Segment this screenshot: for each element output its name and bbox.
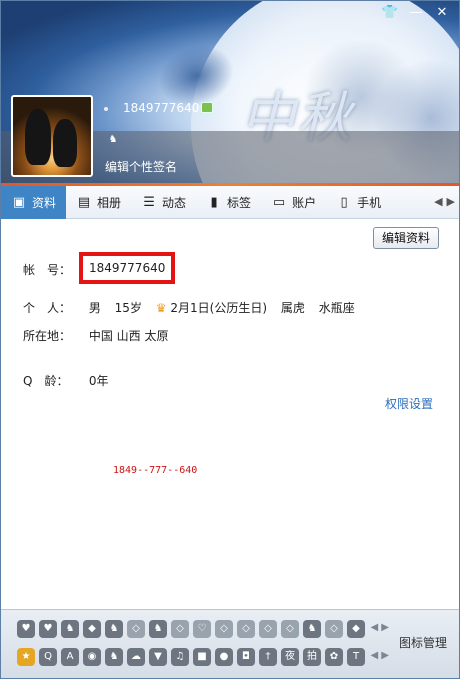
tab-label: 动态 (162, 196, 187, 210)
account-value: 1849777640 (89, 261, 166, 275)
tab-account[interactable]: ▭ 账户 (261, 186, 326, 219)
diamond-badge-icon[interactable]: ◇ (237, 620, 255, 638)
diamond-badge-icon[interactable]: ◇ (281, 620, 299, 638)
location-label: 所在地： (23, 329, 72, 343)
tab-phone[interactable]: ▯ 手机 (326, 186, 391, 219)
red-number-text: 1849--777--640 (113, 465, 198, 476)
close-icon[interactable]: ✕ (431, 3, 453, 23)
penguin-shape (25, 109, 51, 165)
phone-icon: ▯ (340, 194, 348, 210)
diamond-badge-icon[interactable]: ◇ (259, 620, 277, 638)
icon-row-1: ♥ ♥ ♞ ◆ ♞ ◇ ♞ ◇ ♡ ◇ ◇ ◇ ◇ ♞ ◇ ◆ (17, 620, 365, 638)
animal-badge-icon[interactable]: ✿ (325, 648, 343, 666)
tab-label: 标签 (227, 196, 252, 210)
icon-row-2-arrows[interactable]: ◀ ▶ (370, 650, 389, 661)
profile-card-icon: ▣ (12, 194, 26, 210)
sword-icon[interactable]: † (259, 648, 277, 666)
t-badge-icon[interactable]: T (347, 648, 365, 666)
account-row: 帐 号： (23, 261, 85, 278)
cup-icon[interactable]: ◘ (237, 648, 255, 666)
chevron-left-icon[interactable]: ◀ (434, 195, 442, 208)
photo-album-icon: ▤ (77, 194, 91, 210)
tab-label: 资料 (32, 196, 57, 210)
bookmark-tag-icon: ▮ (210, 194, 218, 210)
diamond-badge-icon[interactable]: ◇ (215, 620, 233, 638)
window-controls: 👕 — ✕ (379, 3, 453, 23)
wallet-icon: ▭ (272, 194, 286, 210)
tab-tags[interactable]: ▮ 标签 (196, 186, 261, 219)
penguin-badge-icon[interactable]: ♞ (105, 648, 123, 666)
tab-label: 手机 (357, 196, 382, 210)
qage-label: Q 龄： (23, 374, 69, 388)
icon-row-1-arrows[interactable]: ◀ ▶ (370, 622, 389, 633)
tab-profile[interactable]: ▣ 资料 (1, 186, 67, 219)
music-icon[interactable]: ♫ (171, 648, 189, 666)
minimize-icon[interactable]: — (405, 3, 427, 23)
heart-badge-icon[interactable]: ♡ (193, 620, 211, 638)
badge-icon-bar: ♥ ♥ ♞ ◆ ♞ ◇ ♞ ◇ ♡ ◇ ◇ ◇ ◇ ♞ ◇ ◆ ◀ ▶ ★ Q … (1, 609, 459, 678)
age-value: 15岁 (114, 301, 142, 315)
star-sign-value: 水瓶座 (318, 301, 355, 315)
penguin-shape (53, 119, 77, 167)
personal-label: 个 人： (23, 301, 72, 315)
tab-label: 相册 (97, 196, 122, 210)
status-penguin-icon[interactable]: ♞ (107, 134, 119, 146)
permission-settings-link[interactable]: 权限设置 (385, 395, 433, 412)
heart-badge-icon[interactable]: ♥ (39, 620, 57, 638)
clapper-icon[interactable]: ■ (193, 648, 211, 666)
qage-row: Q 龄： 0年 (23, 372, 108, 389)
profile-window: 中秋 👕 — ✕ 1849777640 ♞ 编辑个性签名 ▣ 资料 ▤ 相册 ☰… (0, 0, 460, 679)
edit-profile-button[interactable]: 编辑资料 (372, 227, 439, 249)
tab-feed[interactable]: ☰ 动态 (131, 186, 196, 219)
location-row: 所在地： 中国 山西 太原 (23, 327, 168, 344)
app-badge-icon[interactable]: A (61, 648, 79, 666)
online-dot-icon (104, 107, 108, 111)
skin-icon[interactable]: 👕 (379, 3, 401, 23)
personal-row: 个 人： 男 15岁 ♛ 2月1日(公历生日) 属虎 水瓶座 (23, 299, 355, 316)
diamond-badge-icon[interactable]: ◆ (347, 620, 365, 638)
header-uin: 1849777640 (123, 101, 200, 115)
chat-bubble-icon[interactable]: ☁ (127, 648, 145, 666)
vip-badge-icon[interactable] (201, 102, 213, 113)
profile-content: 编辑资料 帐 号： 1849777640 个 人： 男 15岁 ♛ 2月1日(公… (1, 219, 459, 609)
qage-value: 0年 (88, 374, 109, 388)
penguin-badge-icon[interactable]: ♞ (61, 620, 79, 638)
icon-row-2: ★ Q A ◉ ♞ ☁ ▼ ♫ ■ ● ◘ † 夜 拍 ✿ T (17, 648, 365, 666)
heart-badge-icon[interactable]: ♥ (17, 620, 35, 638)
account-label: 帐 号： (23, 263, 72, 277)
tab-scroll-arrows: ◀ ▶ (434, 195, 455, 208)
q-badge-icon[interactable]: Q (39, 648, 57, 666)
header-banner: 中秋 👕 — ✕ 1849777640 ♞ 编辑个性签名 (1, 1, 459, 186)
location-value: 中国 山西 太原 (88, 329, 169, 343)
icon-management-link[interactable]: 图标管理 (399, 634, 447, 651)
feed-list-icon: ☰ (143, 194, 155, 210)
tab-bar: ▣ 资料 ▤ 相册 ☰ 动态 ▮ 标签 ▭ 账户 ▯ 手机 ◀ ▶ (1, 186, 459, 219)
night-badge-icon[interactable]: 夜 (281, 648, 299, 666)
chevron-right-icon[interactable]: ▶ (447, 195, 455, 208)
signature-edit[interactable]: 编辑个性签名 (105, 158, 177, 175)
crown-icon: ♛ (155, 301, 167, 315)
eye-icon[interactable]: ● (215, 648, 233, 666)
tab-label: 账户 (292, 196, 317, 210)
diamond-badge-icon[interactable]: ◇ (171, 620, 189, 638)
shield-icon[interactable]: ▼ (149, 648, 167, 666)
star-icon[interactable]: ★ (17, 648, 35, 666)
tab-album[interactable]: ▤ 相册 (66, 186, 131, 219)
diamond-badge-icon[interactable]: ◇ (325, 620, 343, 638)
chinese-zodiac-value: 属虎 (280, 301, 305, 315)
diamond-badge-icon[interactable]: ◇ (127, 620, 145, 638)
camera-icon[interactable]: ◉ (83, 648, 101, 666)
penguin-badge-icon[interactable]: ♞ (105, 620, 123, 638)
tag-badge-icon[interactable]: 拍 (303, 648, 321, 666)
birthday-value: 2月1日(公历生日) (170, 301, 268, 315)
diamond-badge-icon[interactable]: ◆ (83, 620, 101, 638)
penguin-badge-icon[interactable]: ♞ (149, 620, 167, 638)
gender-value: 男 (88, 301, 101, 315)
penguin-badge-icon[interactable]: ♞ (303, 620, 321, 638)
avatar[interactable] (11, 95, 93, 177)
